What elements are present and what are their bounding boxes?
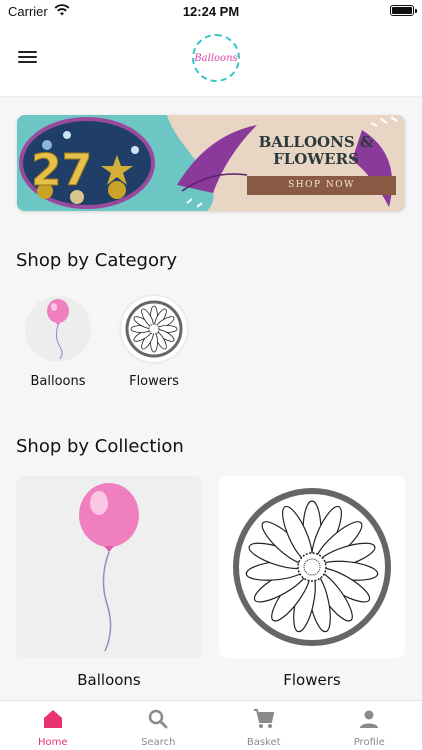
promo-banner[interactable]: 27 BALLOONS & FLOWERS SHOP NOW (17, 115, 405, 211)
tab-label: Basket (246, 737, 281, 748)
banner-number: 27 (31, 145, 92, 196)
collection-card-flowers[interactable] (219, 476, 405, 658)
tab-label: Search (141, 737, 176, 748)
flower-thumbnail (121, 296, 187, 362)
category-label: Flowers (129, 374, 179, 389)
tab-search[interactable]: Search (106, 701, 212, 750)
person-icon (360, 710, 379, 728)
category-label: Balloons (30, 374, 86, 389)
category-balloons[interactable]: Balloons (18, 296, 98, 389)
tab-label: Profile (353, 737, 385, 748)
home-icon (43, 710, 62, 728)
collection-label: Flowers (283, 671, 341, 689)
shop-by-collection-title: Shop by Collection (16, 436, 184, 457)
balloon-thumbnail (25, 296, 91, 362)
pink-balloon-icon (79, 483, 139, 652)
app-header: Balloons (0, 22, 422, 96)
pink-balloon-icon (47, 299, 69, 360)
cart-icon (253, 709, 274, 728)
logo-text: Balloons (194, 52, 238, 64)
tab-home[interactable]: Home (0, 701, 106, 750)
clock: 12:24 PM (182, 4, 240, 19)
status-bar: Carrier 12:24 PM (0, 0, 422, 22)
shop-now-button[interactable]: SHOP NOW (247, 176, 396, 195)
banner-headline: BALLOONS & FLOWERS (258, 133, 374, 168)
battery-icon (390, 5, 417, 16)
bottom-tab-bar: Home Search Basket Profile (0, 700, 422, 750)
hamburger-menu-icon[interactable] (18, 48, 40, 68)
daisy-flower-icon (125, 300, 183, 358)
brand-logo[interactable]: Balloons (192, 34, 240, 82)
tab-label: Home (37, 737, 68, 748)
category-flowers[interactable]: Flowers (114, 296, 194, 389)
collection-card-balloons[interactable] (16, 476, 202, 658)
collection-label: Balloons (77, 671, 141, 689)
shop-by-category-title: Shop by Category (16, 250, 178, 271)
tab-basket[interactable]: Basket (211, 701, 317, 750)
tab-profile[interactable]: Profile (317, 701, 422, 750)
daisy-flower-icon (233, 488, 391, 646)
search-icon (149, 709, 168, 729)
